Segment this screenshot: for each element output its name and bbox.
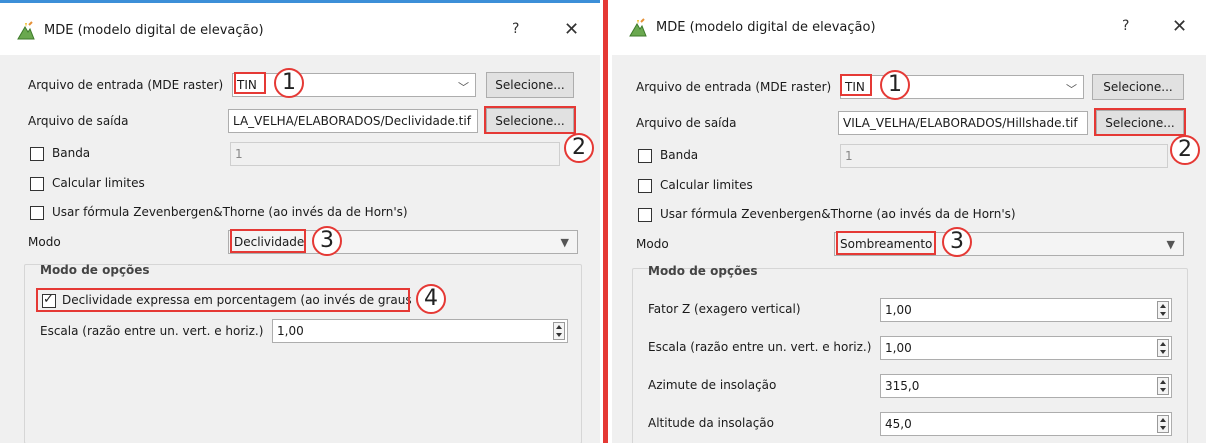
chevron-down-icon: ﹀ [1066,83,1077,96]
marker-1: 1 [274,68,304,98]
qgis-dem-icon [629,18,647,37]
title-bar: MDE (modelo digital de elevação) ? ✕ [612,0,1206,55]
help-button[interactable]: ? [1122,18,1129,34]
band-value: 1 [235,147,243,161]
spinner-arrows-icon[interactable] [1157,339,1169,357]
close-icon[interactable]: ✕ [564,19,579,40]
band-checkbox[interactable] [30,147,44,161]
scale-label: Escala (razão entre un. vert. e horiz.) [648,340,872,354]
z-factor-label: Fator Z (exagero vertical) [648,302,801,316]
marker-2: 2 [1170,135,1200,165]
band-label: Banda [660,148,699,162]
band-input: 1 [230,142,560,166]
select-input-button[interactable]: Selecione... [486,72,574,98]
scale-label: Escala (razão entre un. vert. e horiz.) [40,324,264,338]
scale-spinbox[interactable]: 1,00 [272,319,568,343]
spinner-arrows-icon[interactable] [1157,301,1169,319]
output-file-value: VILA_VELHA/ELABORADOS/Hillshade.tif [843,116,1078,130]
chevron-down-icon: ▼ [1166,238,1175,251]
calc-limits-checkbox[interactable] [638,179,652,193]
qgis-dem-icon [17,21,35,40]
select-input-button[interactable]: Selecione... [1092,74,1184,100]
marker-4: 4 [416,284,446,314]
scale-value: 1,00 [885,341,912,355]
zevenbergen-checkbox[interactable] [638,208,652,222]
dialog-slope: MDE (modelo digital de elevação) ? ✕ Arq… [0,0,600,443]
highlight-mode [230,229,306,253]
dialog-hillshade: MDE (modelo digital de elevação) ? ✕ Arq… [612,0,1206,443]
chevron-down-icon: ﹀ [458,81,469,94]
highlight-input [234,72,266,94]
input-file-label: Arquivo de entrada (MDE raster) [636,80,832,94]
altitude-label: Altitude da insolação [648,416,775,430]
calc-limits-label: Calcular limites [52,176,145,190]
marker-3: 3 [942,227,972,257]
z-factor-spinbox[interactable]: 1,00 [880,298,1172,322]
z-factor-value: 1,00 [885,303,912,317]
output-file-label: Arquivo de saída [28,114,129,128]
calc-limits-label: Calcular limites [660,178,753,192]
azimuth-spinbox[interactable]: 315,0 [880,374,1172,398]
marker-1: 1 [880,70,910,100]
output-file-label: Arquivo de saída [636,116,737,130]
highlight-select [1094,108,1186,136]
input-file-combo[interactable]: TIN ﹀ [840,75,1084,99]
zevenbergen-checkbox[interactable] [30,206,44,220]
scale-value: 1,00 [277,324,304,338]
highlight-percent [36,288,410,312]
input-file-combo[interactable]: TIN ﹀ [232,73,476,97]
zevenbergen-label: Usar fórmula Zevenbergen&Thorne (ao invé… [52,205,408,219]
highlight-mode [836,231,936,255]
band-label: Banda [52,146,91,160]
altitude-value: 45,0 [885,417,912,431]
zevenbergen-label: Usar fórmula Zevenbergen&Thorne (ao invé… [660,207,1016,221]
mode-label: Modo [636,237,669,251]
spinner-arrows-icon[interactable] [1157,377,1169,395]
input-file-label: Arquivo de entrada (MDE raster) [28,78,224,92]
band-value: 1 [845,149,853,163]
marker-2: 2 [564,133,594,163]
divider [600,0,612,443]
window-title: MDE (modelo digital de elevação) [44,23,264,38]
output-file-input[interactable]: LA_VELHA/ELABORADOS/Declividade.tif [228,109,478,133]
spinner-arrows-icon[interactable] [553,322,565,340]
output-file-input[interactable]: VILA_VELHA/ELABORADOS/Hillshade.tif [838,111,1088,135]
marker-3: 3 [312,226,342,256]
band-input: 1 [840,144,1168,168]
help-button[interactable]: ? [512,21,519,37]
mode-label: Modo [28,235,61,249]
window-title: MDE (modelo digital de elevação) [656,20,876,35]
band-checkbox[interactable] [638,149,652,163]
azimuth-value: 315,0 [885,379,920,393]
close-icon[interactable]: ✕ [1172,16,1187,37]
altitude-spinbox[interactable]: 45,0 [880,412,1172,436]
highlight-select [484,106,576,134]
calc-limits-checkbox[interactable] [30,177,44,191]
options-title: Modo de opções [648,264,758,278]
options-title: Modo de opções [40,263,150,277]
highlight-input [840,74,872,96]
title-bar: MDE (modelo digital de elevação) ? ✕ [0,3,600,55]
spinner-arrows-icon[interactable] [1157,415,1169,433]
output-file-value: LA_VELHA/ELABORADOS/Declividade.tif [233,114,471,128]
azimuth-label: Azimute de insolação [648,378,777,392]
scale-spinbox[interactable]: 1,00 [880,336,1172,360]
chevron-down-icon: ▼ [560,236,569,249]
